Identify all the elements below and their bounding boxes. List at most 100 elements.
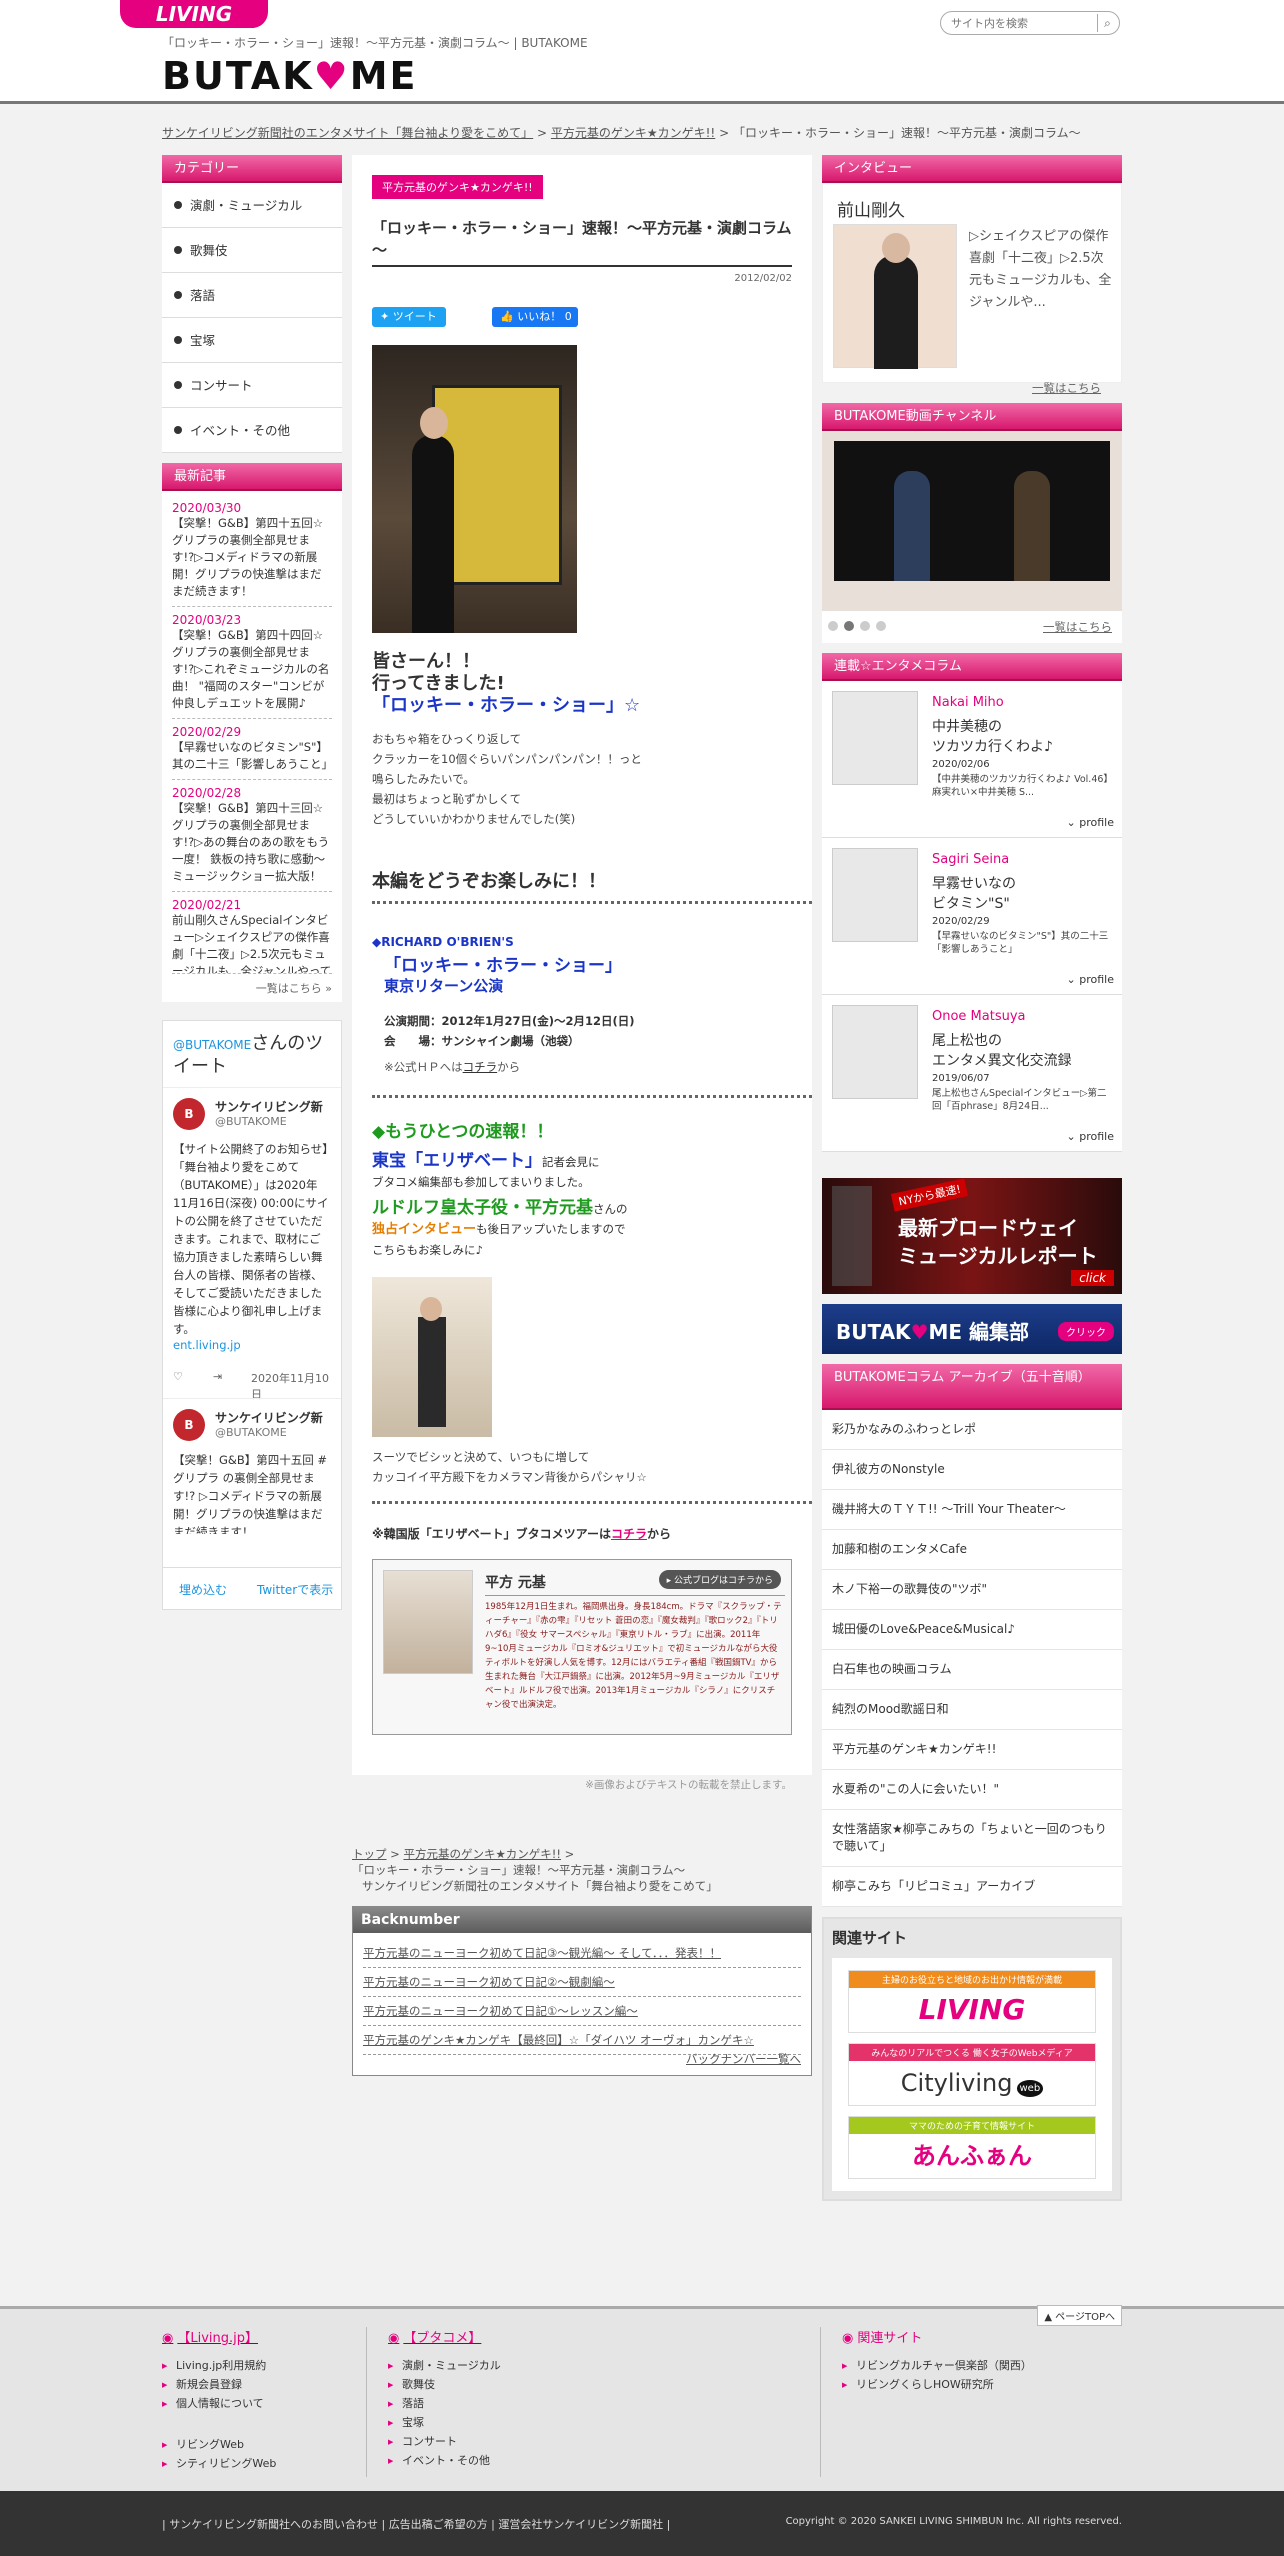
butakome-logo[interactable]: BUTAK♥ME [162,54,418,98]
footer-link[interactable]: リビングWeb [162,2435,276,2455]
footer-link[interactable]: 個人情報について [162,2394,276,2414]
tweet-account-name[interactable]: サンケイリビング新 [215,1409,331,1426]
footer-link[interactable]: コンサート [388,2432,501,2452]
archive-item[interactable]: 加藤和樹のエンタメCafe [822,1530,1122,1570]
interview-more-link[interactable]: 一覧はこちら [1032,380,1101,396]
article-title: 【早霧せいなのビタミン"S"】其の二十三「影響しあうこと」 [172,740,333,771]
footer-contact-link[interactable]: サンケイリビング新聞社へのお問い合わせ [169,2518,378,2531]
archive-item[interactable]: 伊礼彼方のNonstyle [822,1450,1122,1490]
pager-dot[interactable] [828,621,838,631]
footer-link[interactable]: リビングカルチャー倶楽部（関西） [842,2356,1032,2376]
official-blog-button[interactable]: ▸ 公式ブログはコチラから [658,1570,781,1589]
korea-tour-link[interactable]: コチラ [611,1527,647,1541]
archive-item[interactable]: 彩乃かなみのふわっとレポ [822,1410,1122,1450]
category-item-rakugo[interactable]: 落語 [162,273,342,318]
video-more-link[interactable]: 一覧はこちら [1043,619,1112,635]
footer-link[interactable]: 歌舞伎 [388,2375,501,2395]
footer-link[interactable]: Living.jp利用規約 [162,2356,276,2376]
enfant-site-link[interactable]: ママのための子育て情報サイト あんふぁん [848,2116,1096,2179]
footer-link[interactable]: シティリビングWeb [162,2454,276,2474]
archive-item[interactable]: 木ノ下裕一の歌舞伎の"ツボ" [822,1570,1122,1610]
search-input[interactable] [951,15,1086,31]
backnumber-more-link[interactable]: バックナンバー一覧へ [686,2051,801,2067]
footer-link[interactable]: リビングくらしHOW研究所 [842,2375,1032,2395]
column-card[interactable]: Nakai Miho 中井美穂の ツカツカ行くわよ♪ 2020/02/06 【中… [822,681,1122,838]
timeline-handle[interactable]: @BUTAKOME [173,1038,251,1052]
footer-link[interactable]: 宝塚 [388,2413,501,2433]
archive-item[interactable]: 平方元基のゲンキ★カンゲキ!! [822,1730,1122,1770]
latest-more-link[interactable]: 一覧はこちら » [172,974,332,998]
cityliving-site-link[interactable]: みんなのリアルでつくる 働く女子のWebメディア Cityliving web [848,2043,1096,2106]
interview-text: ▷シェイクスピアの傑作喜劇「十二夜」▷2.5次元もミュージカルも、全ジャンルや.… [969,229,1112,310]
page-top-button[interactable]: ▲ ページTOPへ [1037,2305,1122,2326]
tweet-account-name[interactable]: サンケイリビング新 [215,1098,331,1115]
pager-dot[interactable] [860,621,870,631]
list-item[interactable]: 2020/02/21 前山剛久さんSpecialインタビュー▷シェイクスピアの傑作… [172,892,332,974]
official-site-link[interactable]: コチラ [463,1060,498,1074]
breadcrumb-category-link[interactable]: 平方元基のゲンキ★カンゲキ!! [551,126,715,140]
archive-item[interactable]: 女性落語家★柳亭こみちの「ちょいと一回のつもりで聴いて」 [822,1810,1122,1867]
tweet-link[interactable]: ent.living.jp [173,1338,331,1352]
footer-link[interactable]: 新規会員登録 [162,2375,276,2395]
list-item[interactable]: 平方元基のニューヨーク初めて日記①～レッスン編～ [363,1997,801,2026]
archive-item[interactable]: 城田優のLove&Peace&Musical♪ [822,1610,1122,1650]
footer-living-heading[interactable]: ◉ 【Living.jp】 [162,2327,276,2346]
footer-company-link[interactable]: 運営会社サンケイリビング新聞社 [498,2518,663,2531]
footer-link[interactable]: 落語 [388,2394,501,2414]
living-site-link[interactable]: 主婦のお役立ちと地域のお出かけ情報が満載 LIVING [848,1970,1096,2033]
heart-outline-icon[interactable]: ♡ [173,1370,183,1383]
list-item[interactable]: 2020/03/30 【突撃！G&B】第四十五回☆グリプラの裏側全部見せます!?▷… [172,495,332,607]
archive-item[interactable]: 柳亭こみち「リピコミュ」アーカイブ [822,1867,1122,1907]
category-item-theater[interactable]: 演劇・ミュージカル [162,183,342,228]
pager-dot[interactable] [876,621,886,631]
profile-link[interactable]: ⌄ profile [1067,816,1114,829]
breadcrumb-category-link[interactable]: 平方元基のゲンキ★カンゲキ!! [403,1847,561,1861]
category-item-concert[interactable]: コンサート [162,363,342,408]
list-item[interactable]: 2020/03/23 【突撃！G&B】第四十四回☆グリプラの裏側全部見せます!?▷… [172,607,332,719]
interview-photo [833,224,957,369]
living-logo-tab[interactable]: LIVING [120,0,268,28]
avatar[interactable]: B [173,1409,205,1441]
columnist-photo [832,1005,918,1099]
list-item[interactable]: 2020/02/29 【早霧せいなのビタミン"S"】其の二十三「影響しあうこと」 [172,719,333,780]
view-on-twitter-link[interactable]: Twitterで表示 [257,1581,333,1598]
video-player[interactable] [834,441,1110,581]
breadcrumb-top-link[interactable]: トップ [352,1847,387,1861]
backnumber-link[interactable]: 平方元基のゲンキ★カンゲキ【最終回】☆「ダイハツ オーヴォ」カンゲキ☆ [363,2033,754,2047]
column-card[interactable]: Sagiri Seina 早霧せいなの ビタミン"S" 2020/02/29 【… [822,838,1122,995]
profile-link[interactable]: ⌄ profile [1067,1130,1114,1143]
embed-link[interactable]: 埋め込む [179,1581,227,1598]
look-forward: こちらもお楽しみに♪ [372,1243,483,1257]
pager-dot-active[interactable] [844,621,854,631]
share-icon[interactable]: ⇥ [213,1370,222,1383]
column-card[interactable]: Onoe Matsuya 尾上松也の エンタメ異文化交流録 2019/06/07… [822,995,1122,1152]
list-item[interactable]: 平方元基のニューヨーク初めて日記③～観光編～ そして．．．発表！！ [363,1939,801,1968]
footer-link[interactable]: イベント・その他 [388,2451,501,2471]
archive-item[interactable]: 白石隼也の映画コラム [822,1650,1122,1690]
profile-link[interactable]: ⌄ profile [1067,973,1114,986]
archive-item[interactable]: 磯井將大のＴＹＴ!! 〜Trill Your Theater〜 [822,1490,1122,1530]
list-item[interactable]: 2020/02/28 【突撃！G&B】第四十三回☆グリプラの裏側全部見せます!?▷… [172,780,332,892]
editorial-banner[interactable]: BUTAK♥ME 編集部 クリック [822,1304,1122,1354]
interview-card[interactable]: 前山剛久 ▷シェイクスピアの傑作喜劇「十二夜」▷2.5次元もミュージカルも、全ジ… [822,183,1122,395]
avatar[interactable]: B [173,1098,205,1130]
archive-item[interactable]: 水夏希の"この人に会いたい！" [822,1770,1122,1810]
backnumber-link[interactable]: 平方元基のニューヨーク初めて日記①～レッスン編～ [363,2004,638,2018]
like-button[interactable]: 👍 いいね！ 0 [492,307,578,327]
archive-item[interactable]: 純烈のMood歌謡日和 [822,1690,1122,1730]
banner-small-label: NYから最速! [890,1178,969,1212]
footer-link[interactable]: 演劇・ミュージカル [388,2356,501,2376]
breadcrumb-home-link[interactable]: サンケイリビング新聞社のエンタメサイト「舞台袖より愛をこめて」 [162,126,533,140]
search-icon[interactable]: ⌕ [1097,14,1117,32]
category-item-kabuki[interactable]: 歌舞伎 [162,228,342,273]
category-item-takarazuka[interactable]: 宝塚 [162,318,342,363]
backnumber-link[interactable]: 平方元基のニューヨーク初めて日記②～観劇編～ [363,1975,615,1989]
category-tag[interactable]: 平方元基のゲンキ★カンゲキ!! [372,175,543,199]
backnumber-link[interactable]: 平方元基のニューヨーク初めて日記③～観光編～ そして．．．発表！！ [363,1946,721,1960]
broadway-banner[interactable]: NYから最速! 最新ブロードウェイ ミュージカルレポート click [822,1178,1122,1294]
footer-ad-link[interactable]: 広告出稿ご希望の方 [389,2518,488,2531]
footer-butakome-heading[interactable]: ◉ 【ブタコメ】 [388,2327,501,2346]
list-item[interactable]: 平方元基のニューヨーク初めて日記②～観劇編～ [363,1968,801,1997]
category-item-event[interactable]: イベント・その他 [162,408,342,453]
tweet-button[interactable]: ✦ ツイート [372,307,446,327]
